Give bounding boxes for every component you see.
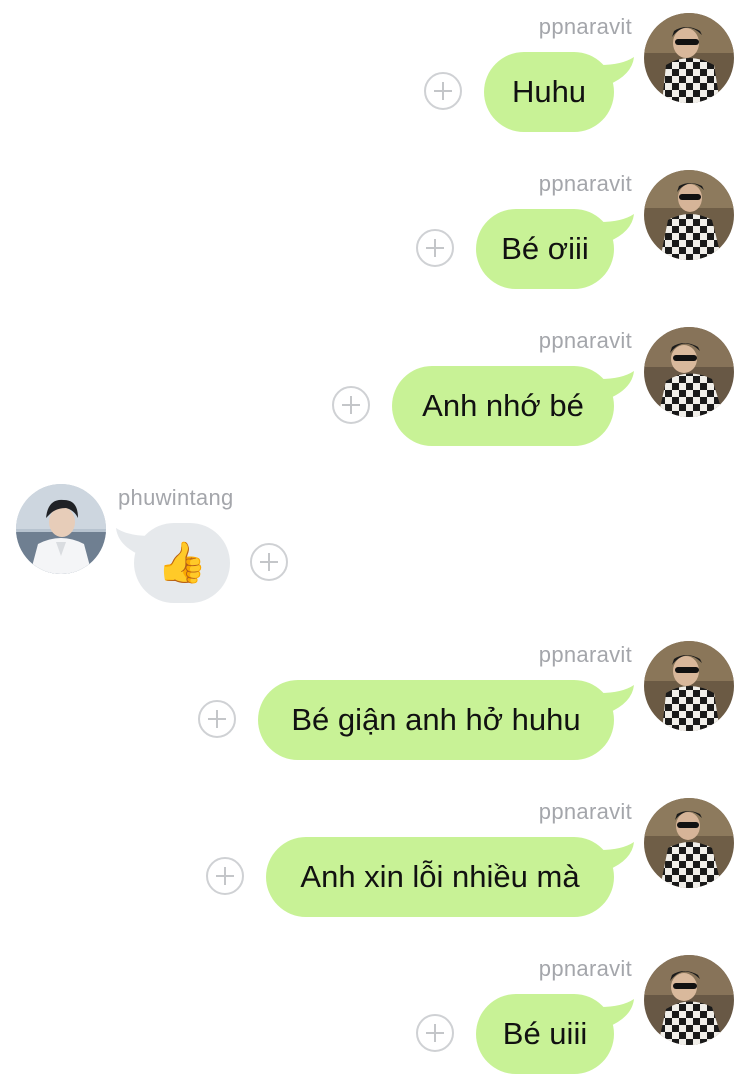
- avatar[interactable]: [644, 13, 734, 103]
- message-row: ppnaravit Anh nhớ bé: [0, 314, 750, 446]
- message-bubble[interactable]: 👍: [134, 523, 230, 603]
- add-reaction-icon[interactable]: [198, 700, 236, 738]
- avatar[interactable]: [644, 327, 734, 417]
- message-row: ppnaravit Bé giận anh hở huhu: [0, 628, 750, 760]
- avatar[interactable]: [644, 170, 734, 260]
- sender-name: ppnaravit: [538, 14, 632, 39]
- message-row: phuwintang 👍: [0, 471, 750, 603]
- message-bubble[interactable]: Bé giận anh hở huhu: [258, 680, 614, 760]
- message-bubble[interactable]: Anh xin lỗi nhiều mà: [266, 837, 614, 917]
- thumbs-up-icon: 👍: [157, 540, 207, 586]
- add-reaction-icon[interactable]: [250, 543, 288, 581]
- message-text: Anh xin lỗi nhiều mà: [300, 859, 580, 894]
- message-text: Anh nhớ bé: [422, 388, 584, 423]
- add-reaction-icon[interactable]: [424, 72, 462, 110]
- message-text: Bé ơiii: [501, 231, 589, 266]
- sender-name: phuwintang: [118, 485, 234, 510]
- avatar[interactable]: [644, 798, 734, 888]
- message-bubble[interactable]: Anh nhớ bé: [392, 366, 614, 446]
- message-bubble[interactable]: Bé uiii: [476, 994, 614, 1074]
- sender-name: ppnaravit: [538, 799, 632, 824]
- message-bubble[interactable]: Huhu: [484, 52, 614, 132]
- avatar[interactable]: [644, 641, 734, 731]
- avatar[interactable]: [16, 484, 106, 574]
- add-reaction-icon[interactable]: [416, 1014, 454, 1052]
- message-text: Bé giận anh hở huhu: [291, 702, 581, 737]
- avatar[interactable]: [644, 955, 734, 1045]
- message-row: ppnaravit Huhu: [0, 0, 750, 132]
- add-reaction-icon[interactable]: [206, 857, 244, 895]
- message-row: ppnaravit Bé ơiii: [0, 157, 750, 289]
- sender-name: ppnaravit: [538, 956, 632, 981]
- sender-name: ppnaravit: [538, 642, 632, 667]
- add-reaction-icon[interactable]: [416, 229, 454, 267]
- message-row: ppnaravit Bé uiii: [0, 942, 750, 1074]
- sender-name: ppnaravit: [538, 328, 632, 353]
- message-text: Bé uiii: [502, 1016, 588, 1051]
- message-text: Huhu: [511, 74, 587, 109]
- message-bubble[interactable]: Bé ơiii: [476, 209, 614, 289]
- message-row: ppnaravit Anh xin lỗi nhiều mà: [0, 785, 750, 917]
- sender-name: ppnaravit: [538, 171, 632, 196]
- add-reaction-icon[interactable]: [332, 386, 370, 424]
